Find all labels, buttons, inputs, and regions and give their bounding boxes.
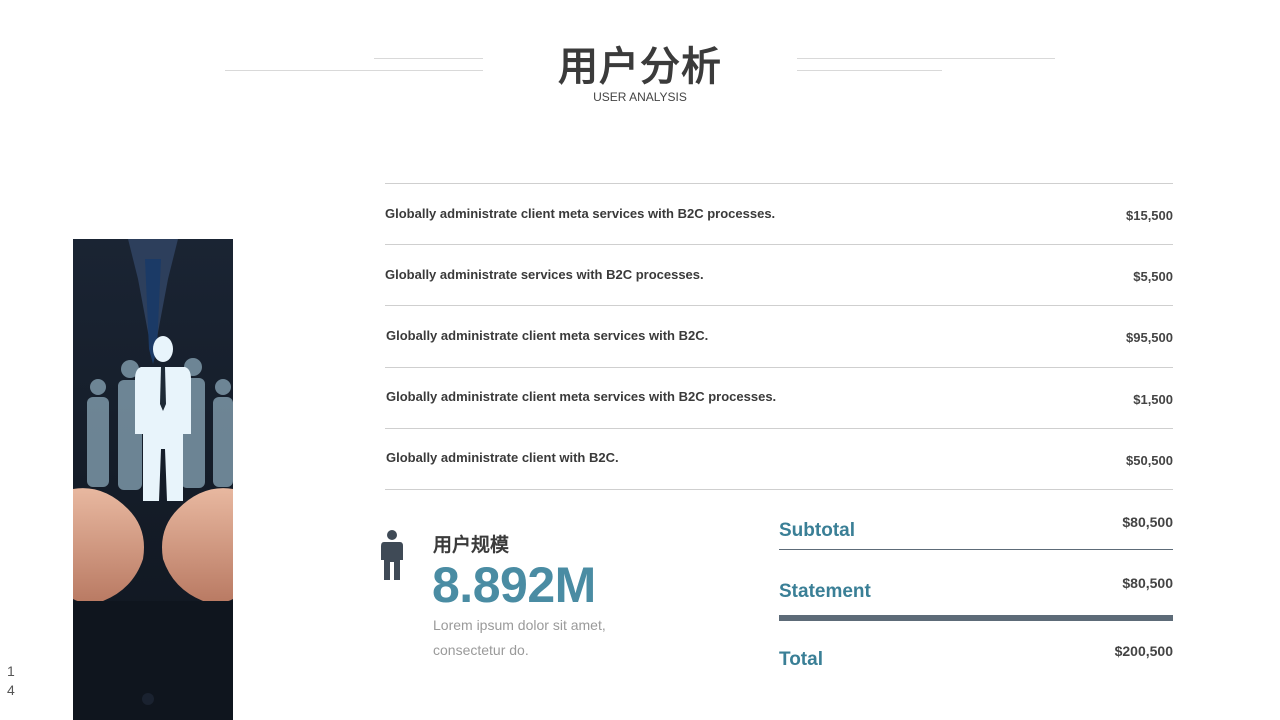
table-divider — [385, 428, 1173, 429]
user-scale-label: 用户规模 — [433, 534, 510, 556]
subtotal-label: Subtotal — [779, 520, 855, 541]
table-row-amount: $15,500 — [1126, 208, 1173, 223]
user-photo — [73, 239, 233, 720]
person-icon — [381, 530, 403, 587]
table-divider — [385, 305, 1173, 306]
table-divider — [385, 183, 1173, 184]
statement-label: Statement — [779, 581, 871, 602]
table-row-amount: $50,500 — [1126, 453, 1173, 468]
total-label: Total — [779, 649, 823, 670]
page-title: 用户分析 — [558, 44, 722, 90]
table-row-amount: $1,500 — [1133, 392, 1173, 407]
page-subtitle: USER ANALYSIS — [593, 90, 687, 104]
table-row-amount: $5,500 — [1133, 269, 1173, 284]
table-divider — [385, 244, 1173, 245]
table-row-text: Globally administrate client meta servic… — [385, 206, 776, 221]
subtotal-amount: $80,500 — [1122, 514, 1173, 530]
statement-bar — [779, 615, 1173, 621]
table-row-text: Globally administrate client meta servic… — [386, 328, 709, 343]
user-scale-description: consectetur do. — [433, 642, 529, 658]
total-amount: $200,500 — [1114, 643, 1173, 659]
statement-amount: $80,500 — [1122, 575, 1173, 591]
table-row-text: Globally administrate client meta servic… — [386, 389, 777, 404]
table-divider — [385, 489, 1173, 490]
page-number: 14 — [7, 663, 15, 698]
table-row-text: Globally administrate client with B2C. — [386, 450, 619, 465]
user-scale-value: 8.892M — [432, 557, 596, 613]
table-row-amount: $95,500 — [1126, 330, 1173, 345]
subtotal-divider — [779, 549, 1173, 550]
table-divider — [385, 367, 1173, 368]
table-row-text: Globally administrate services with B2C … — [385, 267, 704, 282]
user-scale-description: Lorem ipsum dolor sit amet, — [433, 617, 606, 633]
